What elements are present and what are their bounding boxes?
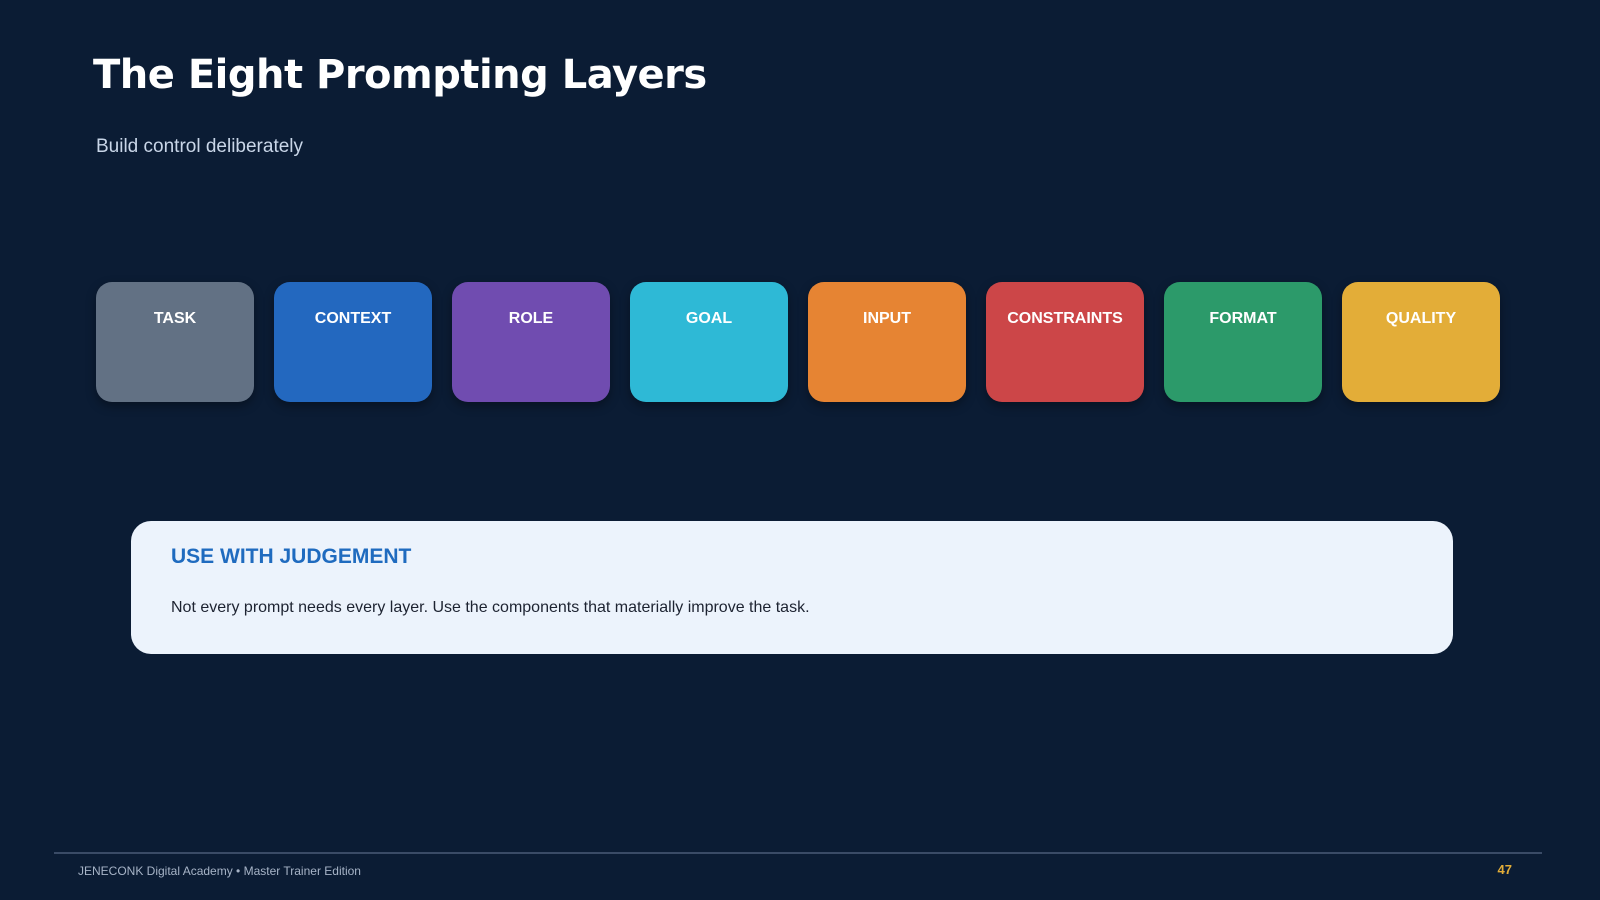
layer-card-context: CONTEXT [274,282,432,402]
footer-divider [54,852,1542,854]
layer-card-task: TASK [96,282,254,402]
footer-text: JENECONK Digital Academy • Master Traine… [78,864,361,878]
layer-card-quality: QUALITY [1342,282,1500,402]
slide-title: The Eight Prompting Layers [93,52,707,98]
layer-card-goal: GOAL [630,282,788,402]
layer-card-format: FORMAT [1164,282,1322,402]
slide-subtitle: Build control deliberately [96,136,304,157]
layer-cards: TASK CONTEXT ROLE GOAL INPUT CONSTRAINTS… [96,282,1500,402]
layer-card-role: ROLE [452,282,610,402]
layer-card-input: INPUT [808,282,966,402]
page-number: 47 [1497,862,1512,877]
callout-title: USE WITH JUDGEMENT [171,545,412,568]
callout-text: Not every prompt needs every layer. Use … [171,599,810,616]
layer-card-constraints: CONSTRAINTS [986,282,1144,402]
judgement-callout: USE WITH JUDGEMENT Not every prompt need… [131,521,1453,654]
